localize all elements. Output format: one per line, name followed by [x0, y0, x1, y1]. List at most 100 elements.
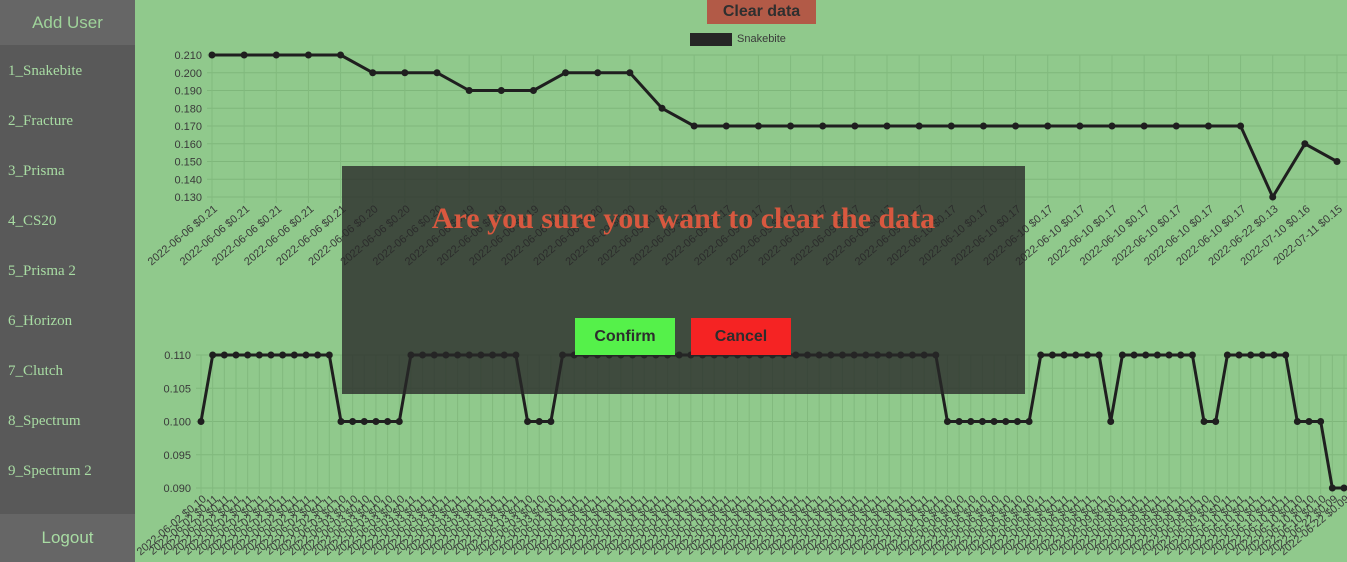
chart-2-data-point [1013, 418, 1021, 425]
chart-2-data-point [524, 418, 532, 425]
chart-2-data-point [1177, 351, 1185, 359]
chart-2-data-point [978, 418, 986, 425]
chart-2-ytick-label: 0.110 [164, 350, 191, 362]
chart-2-data-point [1340, 484, 1347, 492]
chart-1-data-point [1140, 122, 1148, 130]
sidebar-item-fracture[interactable]: 2_Fracture [8, 109, 133, 133]
chart-2-data-point [1142, 351, 1150, 359]
chart-2-data-point [1188, 351, 1196, 359]
chart-1-data-point [1076, 122, 1084, 130]
chart-2-data-point [1083, 351, 1091, 359]
chart-2-data-point [360, 418, 368, 425]
chart-2-ytick-label: 0.100 [163, 417, 191, 429]
chart-2-data-point [255, 351, 263, 359]
sidebar: Add User 1_Snakebite 2_Fracture 3_Prisma… [0, 0, 135, 562]
chart-2-data-point [267, 351, 275, 359]
chart-2-data-point [967, 418, 975, 425]
logout-button[interactable]: Logout [0, 514, 135, 562]
chart-2-data-point [220, 351, 228, 359]
chart-2-data-point [1048, 351, 1056, 359]
clear-data-button[interactable]: Clear data [707, 0, 816, 24]
chart-1-data-point [369, 69, 377, 77]
chart-2-data-point [1153, 351, 1161, 359]
chart-1-ytick-label: 0.180 [174, 103, 202, 115]
chart-1-data-point [722, 122, 730, 130]
chart-2-data-point [337, 418, 345, 425]
chart-2-data-point [1328, 484, 1336, 492]
cancel-button[interactable]: Cancel [691, 318, 791, 355]
chart-2-data-point [1270, 351, 1278, 359]
add-user-button[interactable]: Add User [0, 0, 135, 45]
chart-1-data-point [1108, 122, 1116, 130]
chart-2-ytick-label: 0.090 [163, 483, 191, 495]
chart-1-data-point [562, 69, 570, 77]
chart-2-data-point [384, 418, 392, 425]
chart-2-data-point [990, 418, 998, 425]
chart-2-data-point [1305, 418, 1313, 425]
chart-1-data-point [304, 51, 312, 59]
chart-1-data-point [1269, 193, 1277, 201]
chart-2-data-point [955, 418, 963, 425]
chart-2-data-point [1235, 351, 1243, 359]
chart-2-data-point [1072, 351, 1080, 359]
chart-2-ytick-label: 0.095 [163, 450, 191, 462]
chart-1-data-point [240, 51, 248, 59]
chart-1-data-point [883, 122, 891, 130]
chart-2-data-point [1025, 418, 1033, 425]
chart-1-data-point [819, 122, 827, 130]
chart-1-ytick-label: 0.170 [174, 121, 202, 133]
sidebar-item-snakebite[interactable]: 1_Snakebite [8, 59, 133, 83]
chart-2-data-point [244, 351, 252, 359]
chart-1-data-point [1333, 158, 1341, 165]
chart-2-ytick-label: 0.105 [163, 383, 191, 395]
chart-1-ytick-label: 0.200 [174, 68, 202, 80]
legend-label: Snakebite [737, 33, 786, 45]
chart-1-ytick-label: 0.150 [174, 157, 202, 169]
chart-1-data-point [208, 51, 216, 59]
sidebar-item-clutch[interactable]: 7_Clutch [8, 359, 133, 383]
sidebar-item-prisma[interactable]: 3_Prisma [8, 159, 133, 183]
chart-2-data-point [349, 418, 357, 425]
chart-1-data-point [658, 104, 666, 112]
chart-1-ytick-label: 0.140 [174, 174, 202, 186]
chart-1-ytick-label: 0.190 [174, 86, 202, 98]
sidebar-item-spectrum-2[interactable]: 9_Spectrum 2 [8, 459, 133, 483]
chart-1-data-point [1237, 122, 1245, 130]
chart-2-data-point [314, 351, 322, 359]
chart-2-data-point [1317, 418, 1325, 425]
chart-1-data-point [465, 87, 473, 94]
chart-1-data-point [1012, 122, 1020, 130]
chart-1-ytick-label: 0.130 [174, 192, 202, 204]
chart-legend[interactable]: Snakebite [690, 31, 786, 47]
chart-2-data-point [290, 351, 298, 359]
chart-1-data-point [1172, 122, 1180, 130]
chart-1-data-point [787, 122, 795, 130]
chart-1-data-point [401, 69, 409, 77]
chart-2-data-point [1223, 351, 1231, 359]
chart-2-data-point [1095, 351, 1103, 359]
chart-2-data-point [1282, 351, 1290, 359]
chart-1-ytick-label: 0.160 [174, 139, 202, 151]
chart-2-data-point [1212, 418, 1220, 425]
sidebar-item-cs20[interactable]: 4_CS20 [8, 209, 133, 233]
chart-2-data-point [1200, 418, 1208, 425]
chart-2-data-point [209, 351, 217, 359]
sidebar-item-spectrum[interactable]: 8_Spectrum [8, 409, 133, 433]
confirm-button[interactable]: Confirm [575, 318, 675, 355]
sidebar-item-horizon[interactable]: 6_Horizon [8, 309, 133, 333]
confirm-clear-dialog: Are you sure you want to clear the data … [342, 166, 1025, 394]
chart-1-data-point [979, 122, 987, 130]
chart-1-data-point [626, 69, 634, 77]
chart-2-data-point [279, 351, 287, 359]
sidebar-item-prisma-2[interactable]: 5_Prisma 2 [8, 259, 133, 283]
chart-1-data-point [947, 122, 955, 130]
chart-2-data-point [372, 418, 380, 425]
chart-2-data-point [302, 351, 310, 359]
chart-1-ytick-label: 0.210 [174, 50, 202, 62]
chart-1-data-point [1044, 122, 1052, 130]
chart-2-data-point [1165, 351, 1173, 359]
chart-2-data-point [1002, 418, 1010, 425]
chart-2-data-point [1247, 351, 1255, 359]
chart-2-data-point [395, 418, 403, 425]
chart-2-data-point [1130, 351, 1138, 359]
